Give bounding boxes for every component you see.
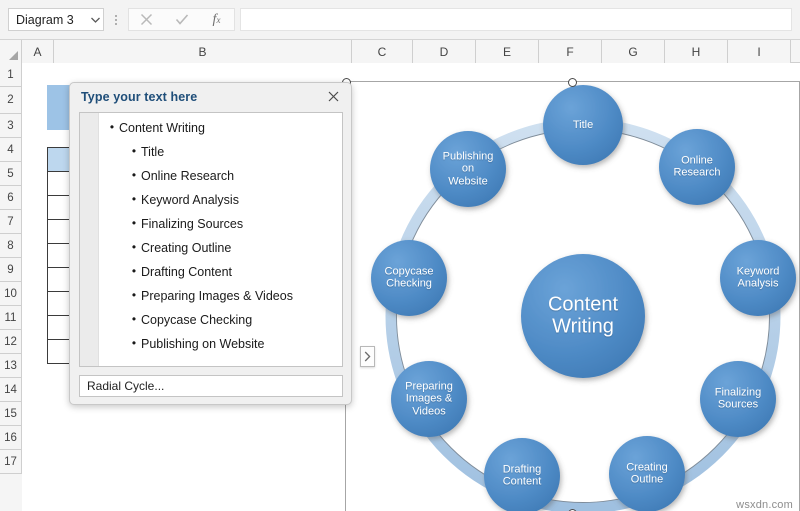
smartart-node-1[interactable] [659, 129, 735, 205]
row-header-8[interactable]: 8 [0, 234, 22, 258]
cancel-icon[interactable] [132, 9, 162, 30]
bullet-icon: • [131, 240, 137, 254]
text-pane-item[interactable]: • Keyword Analysis [101, 191, 338, 215]
text-pane-item-label: Title [141, 145, 165, 159]
dot [115, 18, 117, 21]
row-header-5[interactable]: 5 [0, 162, 22, 186]
bullet-icon: • [131, 288, 137, 302]
fx-icon[interactable]: fx [202, 9, 232, 30]
text-pane-item-label: Online Research [141, 169, 235, 183]
bullet-icon: • [131, 192, 137, 206]
text-pane-item-label: Keyword Analysis [141, 193, 239, 207]
text-pane-item[interactable]: • Preparing Images & Videos [101, 287, 338, 311]
text-pane-item[interactable]: • Finalizing Sources [101, 215, 338, 239]
chevron-down-icon[interactable] [87, 9, 103, 30]
row-header-10[interactable]: 10 [0, 282, 22, 306]
column-header-d[interactable]: D [413, 40, 476, 63]
text-pane-item-label: Finalizing Sources [141, 217, 244, 231]
row-header-3[interactable]: 3 [0, 114, 22, 138]
radial-cycle-diagram [371, 85, 796, 511]
layout-name-label: Radial Cycle... [87, 379, 165, 393]
text-pane-item[interactable]: • Content Writing [101, 119, 338, 143]
confirm-icon[interactable] [167, 9, 197, 30]
formula-input[interactable] [240, 8, 792, 31]
text-pane-item[interactable]: • Online Research [101, 167, 338, 191]
bullet-icon: • [131, 312, 137, 326]
smartart-node-5[interactable] [484, 438, 560, 511]
text-pane-item-label: Publishing on Website [141, 337, 265, 351]
row-header-9[interactable]: 9 [0, 258, 22, 282]
watermark: wsxdn.com [736, 499, 793, 511]
smartart-node-7[interactable] [371, 240, 447, 316]
close-icon[interactable] [323, 87, 343, 107]
bullet-icon: • [131, 144, 137, 158]
resize-handle-top[interactable] [568, 77, 577, 87]
text-pane-item[interactable]: • Publishing on Website [101, 335, 338, 359]
column-header-f[interactable]: F [539, 40, 602, 63]
row-header-11[interactable]: 11 [0, 306, 22, 330]
chevron-right-icon[interactable] [360, 346, 375, 367]
row-header-4[interactable]: 4 [0, 138, 22, 162]
row-header-16[interactable]: 16 [0, 426, 22, 450]
text-pane-item-label: Content Writing [119, 121, 205, 135]
text-pane-item-label: Preparing Images & Videos [141, 289, 293, 303]
text-pane-titlebar: Type your text here [70, 83, 351, 110]
text-pane-body[interactable]: • Content Writing • Title • Online Research • K… [79, 112, 343, 367]
column-headers: ABCDEFGHI [0, 40, 800, 63]
text-pane-gutter [80, 113, 99, 366]
text-pane-title: Type your text here [81, 89, 198, 104]
row-header-13[interactable]: 13 [0, 354, 22, 378]
smartart-node-2[interactable] [720, 240, 796, 316]
bullet-icon: • [131, 216, 137, 230]
row-header-1[interactable]: 1 [0, 63, 22, 87]
select-all-triangle-icon[interactable] [0, 40, 22, 63]
smartart-node-3[interactable] [700, 361, 776, 437]
bullet-icon: • [109, 120, 115, 134]
column-header-h[interactable]: H [665, 40, 728, 63]
dot [115, 14, 117, 17]
formula-action-buttons: fx [128, 8, 235, 31]
text-pane-footer[interactable]: Radial Cycle... [79, 375, 343, 397]
row-header-14[interactable]: 14 [0, 378, 22, 402]
text-pane-list[interactable]: • Content Writing • Title • Online Research • K… [99, 113, 342, 366]
column-header-b[interactable]: B [54, 40, 352, 63]
column-header-a[interactable]: A [22, 40, 54, 63]
row-headers: 1 2 3 4 5 6 7 8 9 10 11 12 13 14 15 16 17 [0, 63, 22, 511]
column-header-c[interactable]: C [352, 40, 413, 63]
column-header-i[interactable]: I [728, 40, 791, 63]
text-pane-item[interactable]: • Drafting Content [101, 263, 338, 287]
smartart-node-6[interactable] [391, 361, 467, 437]
row-header-15[interactable]: 15 [0, 402, 22, 426]
bullet-icon: • [131, 264, 137, 278]
column-header-e[interactable]: E [476, 40, 539, 63]
text-pane-item[interactable]: • Copycase Checking [101, 311, 338, 335]
column-header-g[interactable]: G [602, 40, 665, 63]
vertical-dots-icon [110, 8, 122, 32]
row-header-12[interactable]: 12 [0, 330, 22, 354]
excel-smartart-screen: Diagram 3 fx ABCDEFGHI 1 2 3 4 5 6 7 8 9 10 11 12 13… [0, 0, 800, 511]
formula-bar: Diagram 3 fx [0, 0, 800, 40]
fx-sub: x [216, 14, 221, 25]
text-pane[interactable]: Type your text here • Content Writing • Tit… [69, 82, 352, 405]
row-header-6[interactable]: 6 [0, 186, 22, 210]
text-pane-item-label: Copycase Checking [141, 313, 253, 327]
text-pane-item[interactable]: • Title [101, 143, 338, 167]
row-header-2[interactable]: 2 [0, 87, 22, 114]
dot [115, 22, 117, 25]
row-header-7[interactable]: 7 [0, 210, 22, 234]
text-pane-item-label: Creating Outline [141, 241, 232, 255]
text-pane-item-label: Drafting Content [141, 265, 233, 279]
name-box[interactable]: Diagram 3 [8, 8, 104, 31]
bullet-icon: • [131, 168, 137, 182]
smartart-node-0[interactable] [543, 85, 623, 165]
bullet-icon: • [131, 336, 137, 350]
row-header-17[interactable]: 17 [0, 450, 22, 474]
smartart-center-node[interactable] [521, 254, 645, 378]
name-box-value: Diagram 3 [16, 12, 74, 27]
smartart-node-8[interactable] [430, 131, 506, 207]
smartart-graphic[interactable]: Title Online Research Keyword Analysis Fina… [341, 77, 800, 511]
smartart-node-4[interactable] [609, 436, 685, 511]
text-pane-item[interactable]: • Creating Outline [101, 239, 338, 263]
